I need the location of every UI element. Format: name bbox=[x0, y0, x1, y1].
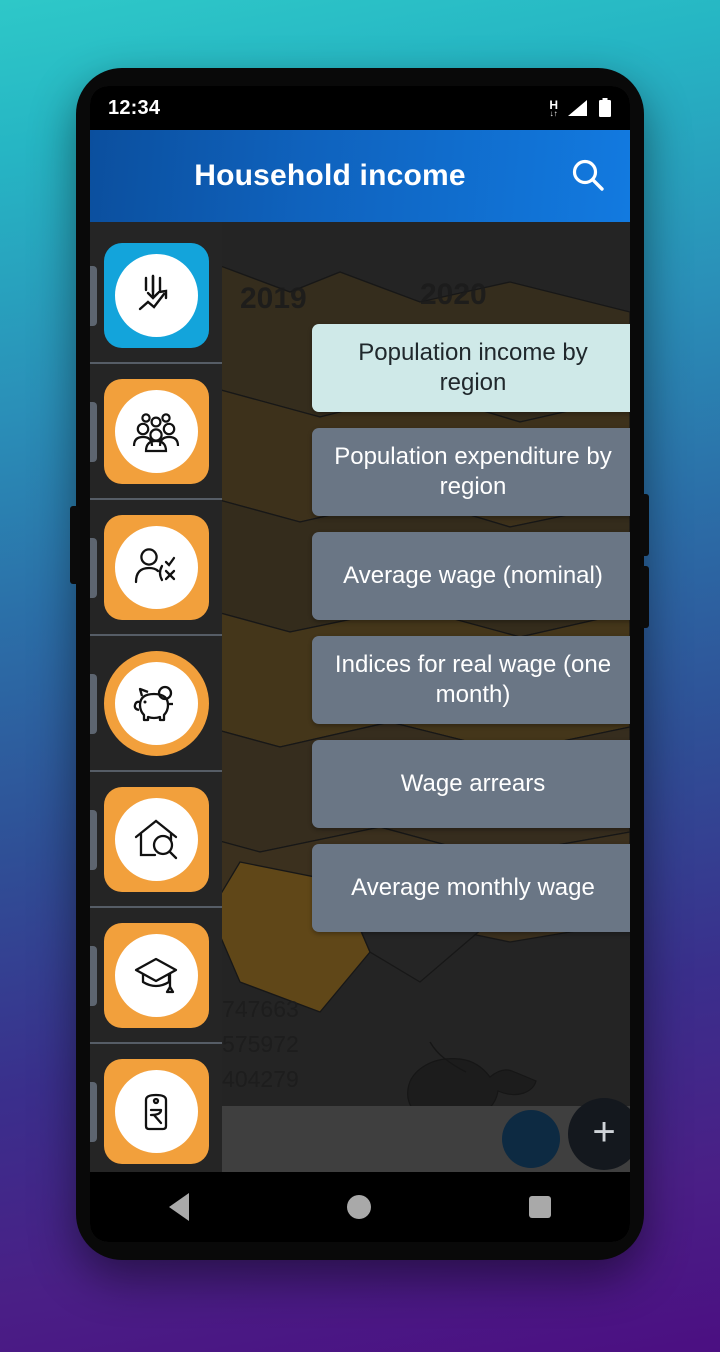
list-item-label: Wage arrears bbox=[400, 770, 546, 797]
network-type-icon: H ↓↑ bbox=[549, 99, 558, 118]
sidebar-item-employment[interactable] bbox=[90, 500, 222, 636]
android-nav-bar bbox=[90, 1172, 630, 1242]
graduation-cap-icon bbox=[134, 957, 178, 994]
scroll-indicator bbox=[90, 674, 97, 734]
list-item-label: Population expenditure by region bbox=[334, 443, 612, 500]
power-button[interactable] bbox=[70, 506, 80, 584]
category-disc bbox=[114, 661, 198, 745]
sidebar-item-housing[interactable] bbox=[90, 772, 222, 908]
dataset-list[interactable]: Population income by region Population e… bbox=[312, 324, 630, 948]
sidebar-item-education[interactable] bbox=[90, 908, 222, 1044]
list-item[interactable]: Average wage (nominal) bbox=[312, 532, 630, 620]
search-icon bbox=[572, 159, 604, 191]
list-item[interactable]: Population income by region bbox=[312, 324, 630, 412]
scroll-indicator bbox=[90, 402, 97, 462]
category-disc bbox=[114, 253, 198, 337]
plus-icon: + bbox=[592, 1110, 616, 1154]
list-item-label: Average wage (nominal) bbox=[343, 562, 603, 589]
category-tile bbox=[103, 922, 209, 1028]
sidebar-item-prices[interactable] bbox=[90, 1044, 222, 1180]
list-item-label: Average monthly wage bbox=[351, 874, 595, 901]
signal-triangle-icon bbox=[568, 100, 587, 116]
locate-button[interactable] bbox=[502, 1110, 560, 1168]
scroll-indicator bbox=[90, 538, 97, 598]
category-tile bbox=[103, 650, 209, 756]
category-tile bbox=[103, 786, 209, 892]
people-group-icon bbox=[132, 413, 180, 453]
page-title: Household income bbox=[194, 159, 466, 192]
house-search-icon bbox=[134, 819, 178, 860]
piggy-bank-icon bbox=[133, 685, 173, 722]
scroll-indicator bbox=[90, 946, 97, 1006]
category-sidebar[interactable] bbox=[90, 222, 222, 1180]
category-disc bbox=[114, 525, 198, 609]
phone-screen: 12:34 H ↓↑ Household income 2019 2020 73… bbox=[90, 86, 630, 1242]
sidebar-item-population[interactable] bbox=[90, 364, 222, 500]
battery-full-icon bbox=[599, 98, 611, 117]
category-disc bbox=[114, 933, 198, 1017]
list-item[interactable]: Population expenditure by region bbox=[312, 428, 630, 516]
category-tile bbox=[103, 514, 209, 620]
back-triangle-icon[interactable] bbox=[169, 1193, 189, 1221]
recents-square-icon[interactable] bbox=[529, 1196, 551, 1218]
list-item[interactable]: Wage arrears bbox=[312, 740, 630, 828]
search-button[interactable] bbox=[546, 156, 630, 196]
list-item-label: Population income by region bbox=[358, 339, 588, 396]
map-year-right: 2020 bbox=[420, 278, 487, 311]
scroll-indicator bbox=[90, 266, 97, 326]
list-item[interactable]: Average monthly wage bbox=[312, 844, 630, 932]
list-item-label: Indices for real wage (one month) bbox=[334, 651, 612, 708]
status-bar: 12:34 H ↓↑ bbox=[90, 86, 630, 130]
category-disc bbox=[114, 797, 198, 881]
status-clock: 12:34 bbox=[108, 96, 161, 119]
scroll-indicator bbox=[90, 810, 97, 870]
category-disc bbox=[114, 1069, 198, 1153]
app-bar: Household income bbox=[90, 130, 630, 222]
category-tile bbox=[103, 378, 209, 484]
category-disc bbox=[114, 389, 198, 473]
category-tile bbox=[103, 242, 209, 348]
list-item[interactable]: Indices for real wage (one month) bbox=[312, 636, 630, 724]
category-tile bbox=[103, 1058, 209, 1164]
status-icons: H ↓↑ bbox=[549, 98, 612, 118]
sidebar-item-savings[interactable] bbox=[90, 636, 222, 772]
volume-down-button[interactable] bbox=[640, 566, 649, 628]
scroll-indicator bbox=[90, 1082, 97, 1142]
home-circle-icon[interactable] bbox=[347, 1195, 371, 1219]
sidebar-item-income-dynamics[interactable] bbox=[90, 228, 222, 364]
add-button[interactable]: + bbox=[568, 1098, 630, 1170]
network-arrows-label: ↓↑ bbox=[549, 108, 558, 118]
person-check-cross-icon bbox=[134, 548, 176, 584]
volume-up-button[interactable] bbox=[640, 494, 649, 556]
price-tag-icon bbox=[144, 1093, 168, 1131]
map-year-left: 2019 bbox=[240, 282, 307, 315]
income-arrow-chart-icon bbox=[138, 274, 168, 311]
